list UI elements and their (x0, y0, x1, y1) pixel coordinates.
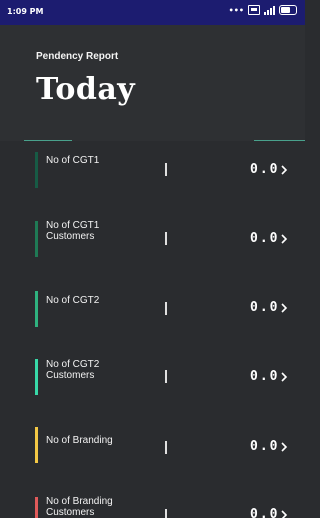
pendency-row-cgt1[interactable]: No of CGT1 0.0 (24, 141, 305, 207)
pendency-row-branding[interactable]: No of Branding 0.0 (24, 405, 305, 471)
chevron-right-icon[interactable] (277, 440, 291, 454)
accent-bar (35, 152, 38, 188)
row-value: 0.0 (250, 231, 280, 246)
battery-icon (279, 5, 297, 15)
row-label: No of CGT2 (46, 295, 100, 306)
row-label: No of CGT2 Customers (46, 359, 100, 381)
status-icons: ••• (229, 5, 297, 15)
row-value: 0.0 (250, 439, 280, 454)
row-separator (165, 370, 167, 383)
pendency-row-cgt2-customers[interactable]: No of CGT2 Customers 0.0 (24, 339, 305, 405)
accent-bar (35, 497, 38, 518)
row-label: No of CGT1 Customers (46, 220, 100, 242)
accent-bar (35, 427, 38, 463)
report-subtitle: Pendency Report (36, 51, 119, 62)
row-value: 0.0 (250, 507, 280, 518)
pendency-row-cgt2[interactable]: No of CGT2 0.0 (24, 273, 305, 339)
pendency-row-branding-customers[interactable]: No of Branding Customers 0.0 (24, 471, 305, 518)
row-separator (165, 163, 167, 176)
accent-bar (35, 359, 38, 395)
row-label: No of Branding Customers (46, 496, 113, 518)
row-separator (165, 232, 167, 245)
chevron-right-icon[interactable] (277, 370, 291, 384)
row-label: No of CGT1 (46, 155, 100, 166)
pendency-row-cgt1-customers[interactable]: No of CGT1 Customers 0.0 (24, 207, 305, 273)
accent-bar (35, 221, 38, 257)
pendency-list: No of CGT1 0.0 No of CGT1 Customers 0.0 … (24, 141, 305, 518)
signal-icon (264, 5, 275, 15)
row-value: 0.0 (250, 369, 280, 384)
row-separator (165, 509, 167, 518)
chevron-right-icon[interactable] (277, 232, 291, 246)
row-separator (165, 441, 167, 454)
row-separator (165, 302, 167, 315)
accent-bar (35, 291, 38, 327)
chevron-right-icon[interactable] (277, 163, 291, 177)
status-bar: 1:09 PM ••• (0, 0, 305, 25)
status-time: 1:09 PM (7, 7, 44, 16)
page-title: Today (36, 72, 136, 107)
sim-icon (248, 5, 260, 15)
more-dots-icon: ••• (228, 5, 244, 15)
chevron-right-icon[interactable] (277, 508, 291, 518)
row-value: 0.0 (250, 300, 280, 315)
row-label: No of Branding (46, 435, 113, 446)
chevron-right-icon[interactable] (277, 301, 291, 315)
row-value: 0.0 (250, 162, 280, 177)
